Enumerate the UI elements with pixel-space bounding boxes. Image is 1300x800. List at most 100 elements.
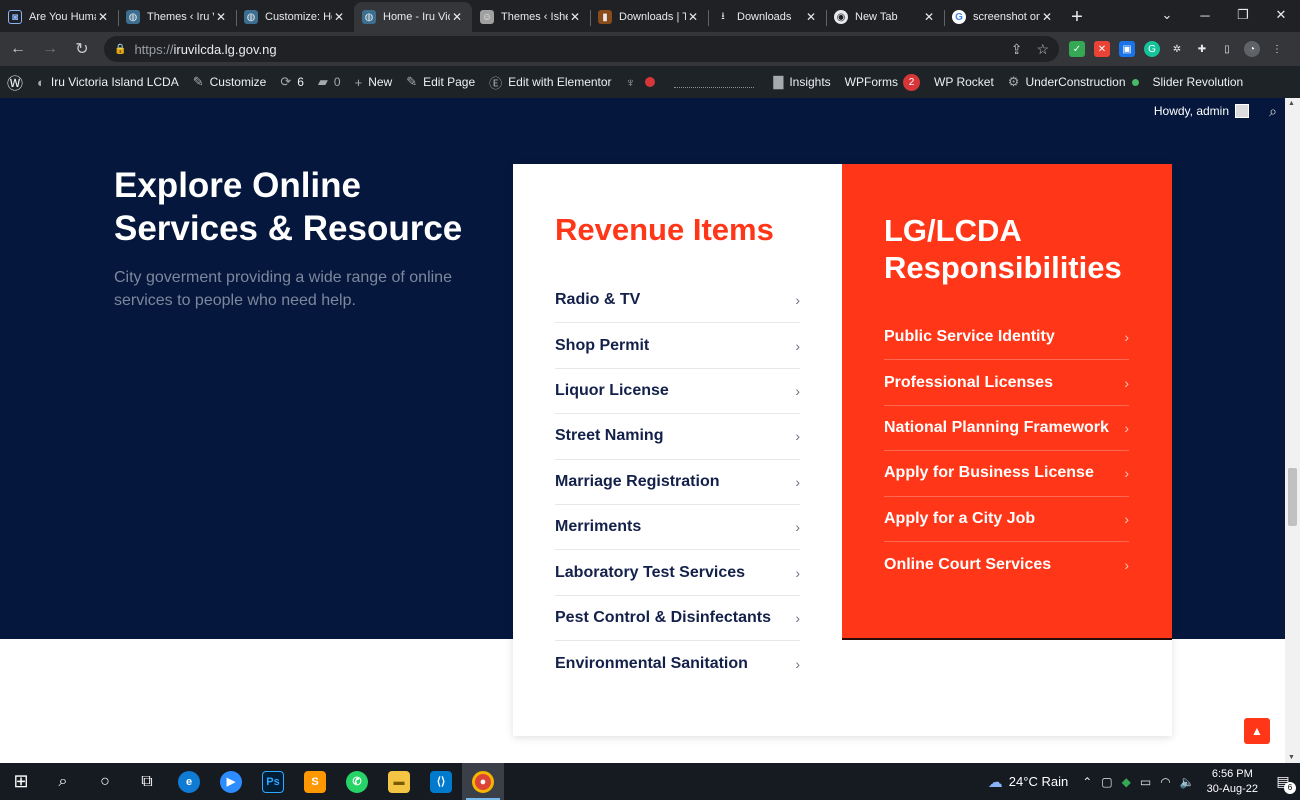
list-item[interactable]: Street Naming › <box>555 414 800 460</box>
profile-avatar-icon[interactable]: ◔ <box>1244 41 1260 57</box>
vscode-icon[interactable]: ⟨⟩ <box>420 763 462 800</box>
tab-close-icon[interactable]: ✕ <box>96 10 110 24</box>
scroll-to-top-button[interactable]: ▲ <box>1244 718 1270 744</box>
browser-tab[interactable]: ◙ Are You Huma ✕ <box>0 2 118 32</box>
chevron-right-icon: › <box>795 473 800 490</box>
share-icon[interactable]: ⇪ <box>1011 41 1023 58</box>
browser-tab[interactable]: ◍ Customize: Ho ✕ <box>236 2 354 32</box>
list-item[interactable]: Laboratory Test Services › <box>555 550 800 596</box>
cortana-icon[interactable]: ○ <box>84 763 126 800</box>
new-content-link[interactable]: + New <box>348 66 400 98</box>
wordpress-logo-icon[interactable]: Ⓦ <box>0 66 30 98</box>
wpforms-link[interactable]: WPForms 2 <box>838 66 927 98</box>
tray-app-icon[interactable]: ▢ <box>1101 775 1112 789</box>
tray-app-icon[interactable]: ◆ <box>1122 775 1131 789</box>
tab-title: Home - Iru Vic <box>383 11 450 23</box>
extension-icon[interactable]: ✲ <box>1169 41 1185 57</box>
tab-title: Themes ‹ Iru V <box>147 11 214 23</box>
back-icon[interactable]: ← <box>4 35 32 63</box>
updates-link[interactable]: ⟳ 6 <box>273 66 311 98</box>
task-view-icon[interactable]: ⧉ <box>126 763 168 800</box>
reload-icon[interactable]: ↻ <box>68 35 96 63</box>
chevron-up-icon[interactable]: ⌃ <box>1082 775 1092 789</box>
tab-close-icon[interactable]: ✕ <box>450 10 464 24</box>
list-item[interactable]: Apply for a City Job › <box>884 497 1129 542</box>
list-item-label: Liquor License <box>555 381 669 399</box>
bookmark-star-icon[interactable]: ☆ <box>1036 41 1049 58</box>
sublime-text-icon[interactable]: S <box>294 763 336 800</box>
extension-icon[interactable]: ✕ <box>1094 41 1110 57</box>
yoast-seo-link[interactable]: ♆ <box>619 66 663 98</box>
list-item[interactable]: Merriments › <box>555 505 800 551</box>
slider-revolution-link[interactable]: Slider Revolution <box>1146 66 1251 98</box>
edit-elementor-link[interactable]: Ⓔ Edit with Elementor <box>482 66 618 98</box>
list-item[interactable]: Pest Control & Disinfectants › <box>555 596 800 642</box>
browser-tab[interactable]: ◍ Themes ‹ Iru V ✕ <box>118 2 236 32</box>
tab-search-icon[interactable]: ⌄ <box>1148 0 1186 30</box>
scroll-up-arrow-icon[interactable]: ▲ <box>1288 100 1295 107</box>
under-construction-link[interactable]: ⚙ UnderConstruction <box>1001 66 1146 98</box>
browser-tab[interactable]: ◉ New Tab ✕ <box>826 2 944 32</box>
minimize-icon[interactable]: ─ <box>1186 0 1224 30</box>
tab-close-icon[interactable]: ✕ <box>1040 10 1054 24</box>
address-bar[interactable]: 🔒 https://iruvilcda.lg.gov.ng ⇪ ☆ <box>104 36 1059 62</box>
list-item[interactable]: Public Service Identity › <box>884 315 1129 361</box>
comments-link[interactable]: ▰ 0 <box>311 66 348 98</box>
clock[interactable]: 6:56 PM 30-Aug-22 <box>1207 767 1258 797</box>
new-tab-button[interactable]: + <box>1062 2 1092 32</box>
battery-icon[interactable]: ▭ <box>1140 775 1151 789</box>
tab-close-icon[interactable]: ✕ <box>804 10 818 24</box>
browser-tab[interactable]: ⭳ Downloads ✕ <box>708 2 826 32</box>
file-explorer-icon[interactable]: ▬ <box>378 763 420 800</box>
browser-tab-active[interactable]: ◍ Home - Iru Vic ✕ <box>354 2 472 32</box>
list-item[interactable]: Shop Permit › <box>555 323 800 369</box>
forward-icon[interactable]: → <box>36 35 64 63</box>
customize-link[interactable]: ✎ Customize <box>186 66 274 98</box>
scrollbar-thumb[interactable] <box>1288 468 1297 526</box>
tab-close-icon[interactable]: ✕ <box>922 10 936 24</box>
list-item[interactable]: Liquor License › <box>555 369 800 415</box>
notification-center-icon[interactable]: ▤ 6 <box>1272 771 1296 794</box>
extensions-puzzle-icon[interactable]: ✚ <box>1194 41 1210 57</box>
chrome-icon[interactable]: ● <box>462 763 504 800</box>
howdy-account-link[interactable]: Howdy, admin <box>1154 104 1249 118</box>
list-item[interactable]: Online Court Services › <box>884 542 1129 587</box>
windows-start-icon[interactable]: ⊞ <box>0 763 42 800</box>
edit-page-link[interactable]: ✎ Edit Page <box>399 66 482 98</box>
extension-icon[interactable]: ▣ <box>1119 41 1135 57</box>
tab-close-icon[interactable]: ✕ <box>686 10 700 24</box>
insights-link[interactable]: ▇ Insights <box>766 66 837 98</box>
weather-widget[interactable]: ☁ 24°C Rain <box>988 773 1068 791</box>
restore-icon[interactable]: ❐ <box>1224 0 1262 30</box>
page-scrollbar[interactable]: ▲ ▼ <box>1285 98 1300 763</box>
browser-tab[interactable]: Gscreenshot on ✕ <box>944 2 1062 32</box>
search-icon[interactable]: ⌕ <box>42 763 84 800</box>
menu-kebab-icon[interactable]: ⋮ <box>1269 41 1285 57</box>
grammarly-icon[interactable]: G <box>1144 41 1160 57</box>
volume-icon[interactable]: 🔈 <box>1180 775 1195 789</box>
browser-tab[interactable]: ▮ Downloads | T ✕ <box>590 2 708 32</box>
zoom-icon[interactable]: ▶ <box>210 763 252 800</box>
list-item[interactable]: Environmental Sanitation › <box>555 641 800 686</box>
list-item[interactable]: Professional Licenses › <box>884 360 1129 406</box>
extension-icon[interactable]: ✓ <box>1069 41 1085 57</box>
browser-tab[interactable]: ☺ Themes ‹ Ishe ✕ <box>472 2 590 32</box>
scroll-down-arrow-icon[interactable]: ▼ <box>1288 754 1295 761</box>
chevron-right-icon: › <box>795 519 800 536</box>
list-item[interactable]: Apply for Business License › <box>884 451 1129 497</box>
photoshop-icon[interactable]: Ps <box>252 763 294 800</box>
tab-close-icon[interactable]: ✕ <box>332 10 346 24</box>
wifi-icon[interactable]: ◠ <box>1160 775 1170 789</box>
search-icon[interactable]: ⌕ <box>1269 103 1277 120</box>
tab-close-icon[interactable]: ✕ <box>214 10 228 24</box>
wp-rocket-link[interactable]: WP Rocket <box>927 66 1001 98</box>
list-item[interactable]: Marriage Registration › <box>555 460 800 505</box>
list-item[interactable]: Radio & TV › <box>555 278 800 324</box>
site-name-link[interactable]: ◐ Iru Victoria Island LCDA <box>30 66 186 98</box>
side-panel-icon[interactable]: ▯ <box>1219 41 1235 57</box>
tab-close-icon[interactable]: ✕ <box>568 10 582 24</box>
close-window-icon[interactable]: ✕ <box>1262 0 1300 30</box>
whatsapp-icon[interactable]: ✆ <box>336 763 378 800</box>
edge-icon[interactable]: e <box>168 763 210 800</box>
list-item[interactable]: National Planning Framework › <box>884 406 1129 452</box>
